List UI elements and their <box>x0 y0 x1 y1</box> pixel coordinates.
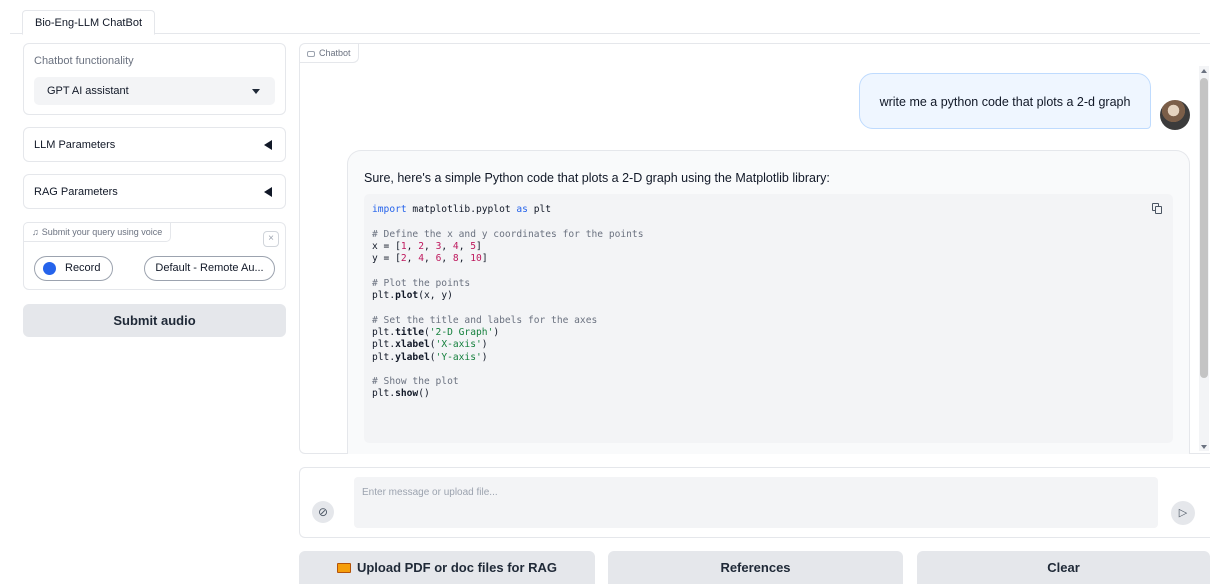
references-button[interactable]: References <box>608 551 903 584</box>
music-note-icon: ♫ <box>32 227 39 237</box>
code-line: plt.xlabel('X-axis') <box>372 339 488 351</box>
rag-parameters-label: RAG Parameters <box>34 186 118 198</box>
user-message: write me a python code that plots a 2-d … <box>859 73 1151 129</box>
code-line: y = [2, 4, 6, 8, 10] <box>372 253 488 265</box>
folder-icon <box>336 563 351 573</box>
bot-intro-text: Sure, here's a simple Python code that p… <box>364 171 830 185</box>
scroll-down-icon[interactable] <box>1201 445 1207 449</box>
code-line: plt.ylabel('Y-axis') <box>372 351 488 363</box>
audio-input-panel: ♫ Submit your query using voice × Record … <box>23 222 286 290</box>
code-line: plt.show() <box>372 388 430 400</box>
chatbot-functionality-label: Chatbot functionality <box>34 55 134 67</box>
code-line: # Set the title and labels for the axes <box>372 314 598 326</box>
tab-bio-eng-llm-chatbot[interactable]: Bio-Eng-LLM ChatBot <box>22 10 155 35</box>
llm-parameters-label: LLM Parameters <box>34 139 116 151</box>
record-dot-icon <box>43 262 56 275</box>
code-line: # Define the x and y coordinates for the… <box>372 228 644 240</box>
audio-device-select[interactable]: Default - Remote Au... <box>144 256 275 281</box>
record-button[interactable]: Record <box>34 256 113 281</box>
upload-files-button[interactable]: Upload PDF or doc files for RAG <box>299 551 595 584</box>
expand-arrow-icon <box>264 140 272 150</box>
dropdown-selected-value: GPT AI assistant <box>47 85 129 97</box>
chat-icon <box>307 50 315 57</box>
code-line: plt.plot(x, y) <box>372 290 453 302</box>
code-line: # Plot the points <box>372 277 471 289</box>
record-label: Record <box>65 262 101 274</box>
chatbot-label-text: Chatbot <box>319 48 351 58</box>
copy-icon[interactable] <box>1152 203 1162 214</box>
scroll-up-icon[interactable] <box>1201 69 1207 73</box>
rag-parameters-accordion[interactable]: RAG Parameters <box>23 174 286 209</box>
audio-label-text: Submit your query using voice <box>41 227 163 237</box>
code-line: x = [1, 2, 3, 4, 5] <box>372 240 482 252</box>
bot-message: Sure, here's a simple Python code that p… <box>347 150 1190 454</box>
tab-bar: Bio-Eng-LLM ChatBot <box>10 0 1200 35</box>
expand-arrow-icon <box>264 187 272 197</box>
code-line: plt.title('2-D Graph') <box>372 326 500 338</box>
upload-label: Upload PDF or doc files for RAG <box>356 560 558 575</box>
code-lines: import matplotlib.pyplot as plt # Define… <box>372 204 1165 401</box>
message-input[interactable] <box>354 477 1158 528</box>
chat-scrollbar-thumb[interactable] <box>1200 78 1208 378</box>
code-line: # Show the plot <box>372 376 459 388</box>
code-block: import matplotlib.pyplot as plt # Define… <box>364 194 1173 443</box>
send-icon[interactable]: ▷ <box>1171 501 1195 525</box>
code-line: import matplotlib.pyplot as plt <box>372 204 552 215</box>
close-icon[interactable]: × <box>263 231 279 247</box>
llm-parameters-accordion[interactable]: LLM Parameters <box>23 127 286 162</box>
chatbot-label: Chatbot <box>300 44 359 63</box>
message-input-row: ⊘ ▷ <box>299 467 1210 538</box>
clear-button[interactable]: Clear <box>917 551 1210 584</box>
submit-audio-button[interactable]: Submit audio <box>23 304 286 337</box>
chatbot-functionality-panel: Chatbot functionality GPT AI assistant <box>23 43 286 115</box>
paperclip-icon[interactable]: ⊘ <box>312 501 334 523</box>
user-avatar <box>1160 100 1190 130</box>
audio-panel-label: ♫ Submit your query using voice <box>23 222 172 242</box>
dropdown-caret-icon <box>252 89 260 94</box>
chatbot-functionality-dropdown[interactable]: GPT AI assistant <box>34 77 275 105</box>
